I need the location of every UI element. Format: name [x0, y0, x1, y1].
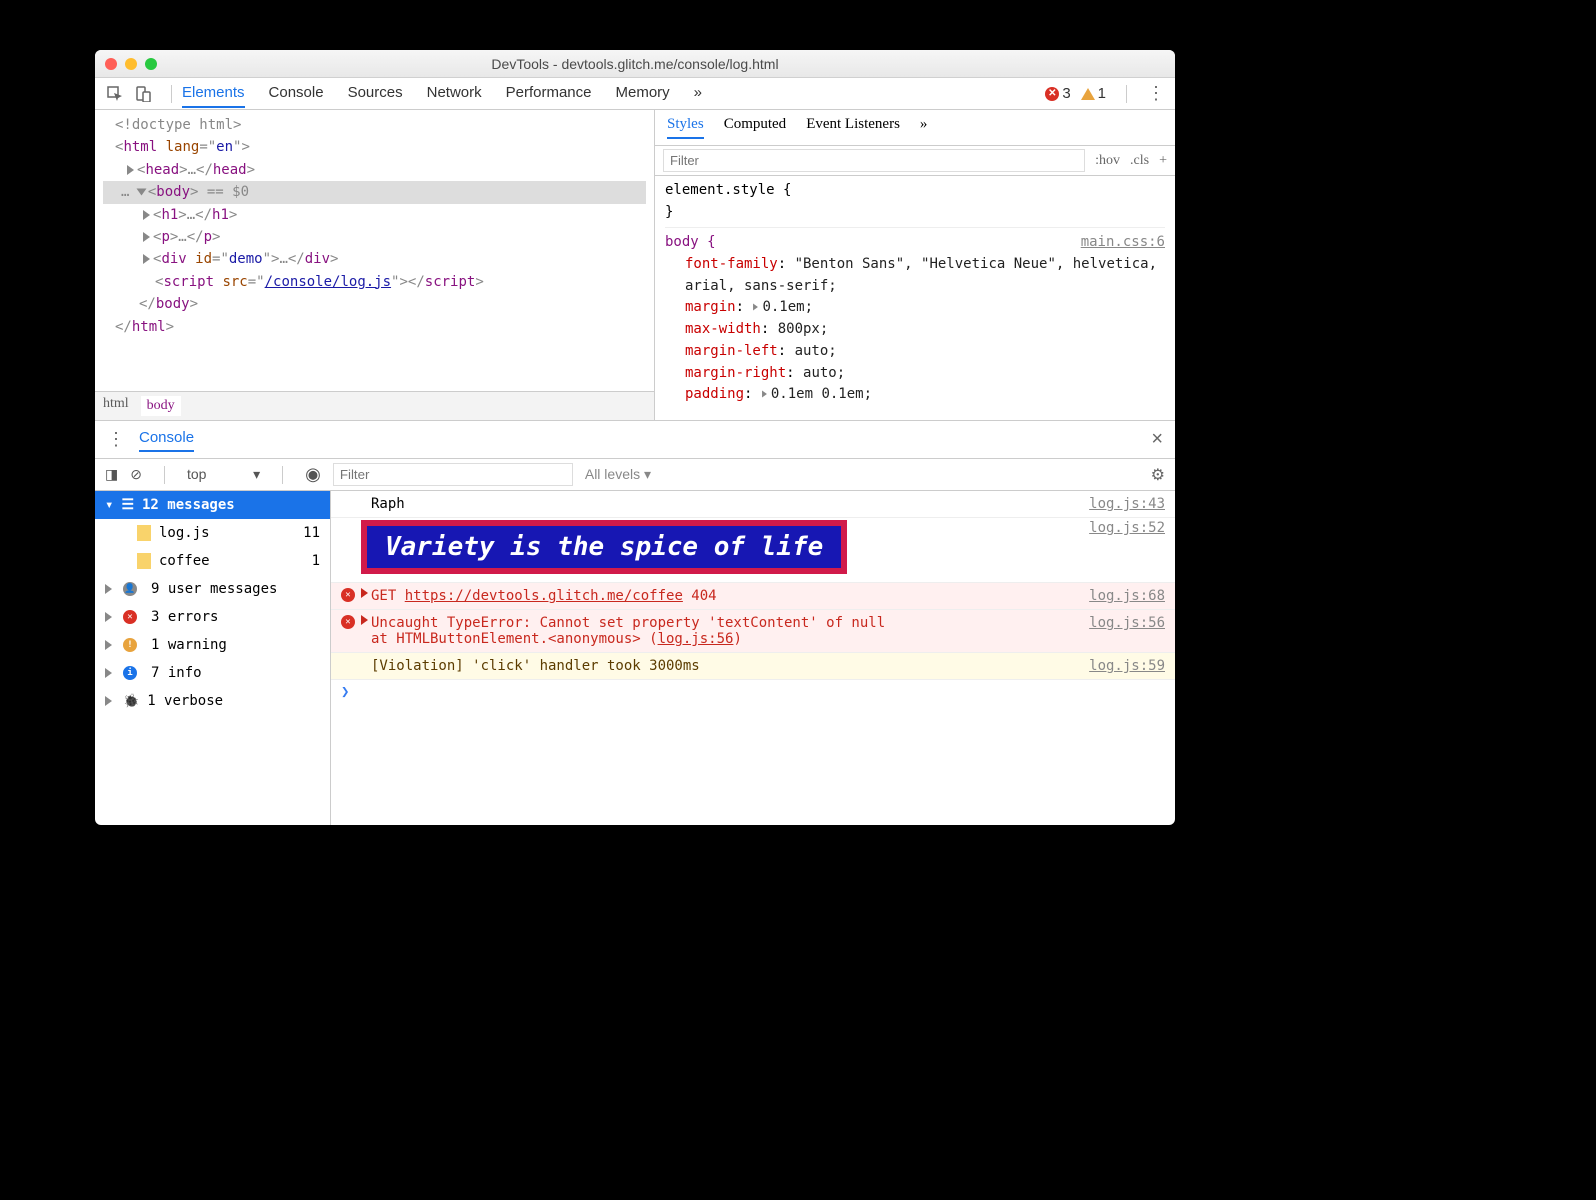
sidebar-coffee[interactable]: coffee1 [95, 547, 330, 575]
dom-body-selected[interactable]: … <body> == $0 [103, 181, 646, 203]
warning-icon [1081, 88, 1095, 100]
dom-script[interactable]: <script src="/console/log.js"></script> [103, 271, 646, 293]
source-link[interactable]: log.js:59 [1079, 658, 1165, 674]
tab-event-listeners[interactable]: Event Listeners [806, 116, 900, 139]
hov-toggle[interactable]: :hov [1095, 153, 1120, 169]
console-menu-icon[interactable]: ⋮ [107, 429, 125, 450]
dom-div[interactable]: <div id="demo">…</div> [103, 248, 646, 270]
console-drawer: ⋮ Console × ◨ ⊘ top ▾ ◉ All levels ▾ ⚙ ▾… [95, 420, 1175, 825]
error-icon: ✕ [341, 615, 355, 629]
log-message[interactable]: Raph log.js:43 [331, 491, 1175, 518]
styles-filter-row: :hov .cls + [655, 146, 1175, 176]
device-icon[interactable] [133, 84, 153, 104]
file-icon [137, 525, 151, 541]
console-settings-icon[interactable]: ⚙ [1151, 465, 1165, 485]
error-message[interactable]: ✕ GET https://devtools.glitch.me/coffee … [331, 583, 1175, 610]
error-message[interactable]: ✕ Uncaught TypeError: Cannot set propert… [331, 610, 1175, 653]
styled-log-message[interactable]: Variety is the spice of life log.js:52 [331, 518, 1175, 583]
cls-toggle[interactable]: .cls [1130, 153, 1149, 169]
tab-computed[interactable]: Computed [724, 116, 787, 139]
console-messages: Raph log.js:43 Variety is the spice of l… [331, 491, 1175, 825]
source-link[interactable]: log.js:56 [1079, 615, 1165, 631]
violation-message[interactable]: [Violation] 'click' handler took 3000ms … [331, 653, 1175, 680]
dom-html-close[interactable]: </html> [103, 316, 646, 338]
tab-console[interactable]: Console [269, 79, 324, 108]
panel-tabs: Elements Console Sources Network Perform… [182, 79, 702, 108]
live-expression-icon[interactable]: ◉ [305, 464, 321, 485]
body-rule[interactable]: main.css:6 body { font-family: "Benton S… [665, 227, 1165, 406]
element-style-rule[interactable]: element.style {} [665, 180, 1165, 223]
error-icon: ✕ [341, 588, 355, 602]
context-selector[interactable]: top ▾ [187, 466, 260, 483]
dom-html[interactable]: <html lang="en"> [103, 136, 646, 158]
console-header: ⋮ Console × [95, 421, 1175, 459]
source-link[interactable]: log.js:68 [1079, 588, 1165, 604]
console-prompt[interactable]: ❯ [331, 680, 1175, 704]
dom-tree[interactable]: <!doctype html> <html lang="en"> <head>…… [95, 110, 654, 391]
sidebar-toggle-icon[interactable]: ◨ [105, 466, 118, 483]
dom-h1[interactable]: <h1>…</h1> [103, 204, 646, 226]
main-toolbar: Elements Console Sources Network Perform… [95, 78, 1175, 110]
sidebar-logjs[interactable]: log.js11 [95, 519, 330, 547]
styles-filter-input[interactable] [663, 149, 1085, 172]
dom-p[interactable]: <p>…</p> [103, 226, 646, 248]
tab-network[interactable]: Network [427, 79, 482, 108]
tab-elements[interactable]: Elements [182, 79, 245, 108]
sidebar-errors[interactable]: ✕3 errors [95, 603, 330, 631]
dom-body-close[interactable]: </body> [103, 293, 646, 315]
file-icon [137, 553, 151, 569]
user-icon: 👤 [123, 582, 137, 596]
sidebar-user-messages[interactable]: 👤9 user messages [95, 575, 330, 603]
sidebar-verbose[interactable]: 1 verbose [95, 687, 330, 715]
warning-icon: ! [123, 638, 137, 652]
warning-count: 1 [1098, 85, 1106, 102]
styles-panel: Styles Computed Event Listeners » :hov .… [655, 110, 1175, 420]
console-filter-input[interactable] [333, 463, 573, 486]
new-rule-button[interactable]: + [1159, 153, 1167, 169]
source-link[interactable]: log.js:52 [1079, 520, 1165, 536]
tab-sources[interactable]: Sources [348, 79, 403, 108]
drawer-console-tab[interactable]: Console [139, 427, 194, 452]
tab-memory[interactable]: Memory [616, 79, 670, 108]
console-toolbar: ◨ ⊘ top ▾ ◉ All levels ▾ ⚙ [95, 459, 1175, 491]
styles-rules[interactable]: element.style {} main.css:6 body { font-… [655, 176, 1175, 420]
info-icon: i [123, 666, 137, 680]
tabs-more[interactable]: » [694, 79, 702, 108]
elements-panel: <!doctype html> <html lang="en"> <head>…… [95, 110, 655, 420]
error-icon: ✕ [123, 610, 137, 624]
styles-tabs-more[interactable]: » [920, 116, 928, 139]
source-link[interactable]: log.js:43 [1079, 496, 1165, 512]
breadcrumb-body[interactable]: body [141, 396, 181, 416]
breadcrumb: html body [95, 391, 654, 420]
dom-head[interactable]: <head>…</head> [103, 159, 646, 181]
clear-console-icon[interactable]: ⊘ [130, 466, 142, 483]
menu-icon[interactable]: ⋮ [1147, 83, 1165, 104]
breadcrumb-html[interactable]: html [103, 396, 129, 416]
inspect-icon[interactable] [105, 84, 125, 104]
log-level-selector[interactable]: All levels ▾ [585, 466, 651, 483]
sidebar-warnings[interactable]: !1 warning [95, 631, 330, 659]
verbose-icon [123, 693, 139, 709]
titlebar: DevTools - devtools.glitch.me/console/lo… [95, 50, 1175, 78]
sidebar-info[interactable]: i7 info [95, 659, 330, 687]
tab-performance[interactable]: Performance [506, 79, 592, 108]
styles-tabs: Styles Computed Event Listeners » [655, 110, 1175, 146]
sidebar-messages[interactable]: ▾☰12 messages [95, 491, 330, 519]
dom-doctype[interactable]: <!doctype html> [103, 114, 646, 136]
devtools-window: DevTools - devtools.glitch.me/console/lo… [95, 50, 1175, 825]
warning-count-badge[interactable]: 1 [1081, 85, 1106, 102]
close-drawer-icon[interactable]: × [1151, 428, 1163, 451]
error-count-badge[interactable]: ✕3 [1045, 85, 1070, 102]
css-source-link[interactable]: main.css:6 [1081, 232, 1165, 254]
error-count: 3 [1062, 85, 1070, 102]
window-title: DevTools - devtools.glitch.me/console/lo… [95, 56, 1175, 72]
tab-styles[interactable]: Styles [667, 116, 704, 139]
console-sidebar: ▾☰12 messages log.js11 coffee1 👤9 user m… [95, 491, 331, 825]
